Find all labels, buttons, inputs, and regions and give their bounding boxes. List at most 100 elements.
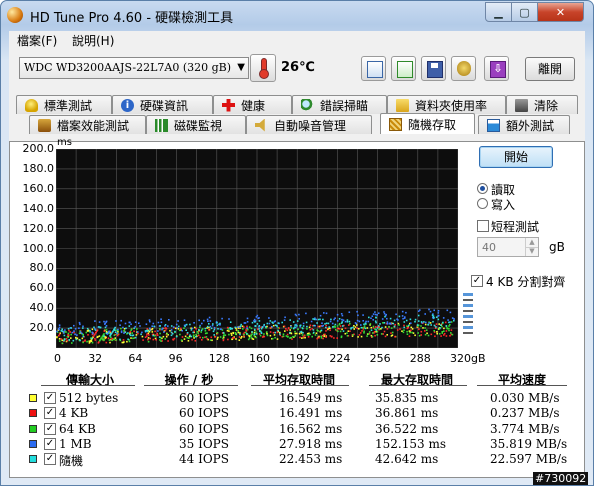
copy-screenshot-button[interactable] bbox=[391, 56, 416, 81]
data-point bbox=[126, 340, 128, 343]
data-point bbox=[386, 317, 388, 320]
data-point bbox=[113, 334, 116, 337]
data-point bbox=[73, 330, 75, 332]
save-button[interactable] bbox=[421, 56, 446, 81]
data-point bbox=[376, 314, 378, 316]
data-point bbox=[409, 331, 411, 334]
start-button[interactable]: 開始 bbox=[479, 146, 553, 168]
row-speed: 0.030 MB/s bbox=[490, 391, 560, 405]
data-point bbox=[174, 327, 177, 330]
tab-disk-monitor[interactable]: 磁碟監視 bbox=[146, 115, 246, 134]
tab-aam[interactable]: 自動噪音管理 bbox=[246, 115, 372, 134]
data-point bbox=[248, 326, 251, 328]
data-point bbox=[402, 317, 404, 320]
data-point bbox=[189, 334, 191, 336]
copy-text-button[interactable] bbox=[361, 56, 386, 81]
data-point bbox=[260, 326, 262, 328]
row-transfer-size: 4 KB bbox=[59, 406, 89, 421]
checkmark-icon: ✓ bbox=[45, 422, 55, 434]
series-visible-checkbox[interactable]: ✓ bbox=[44, 392, 56, 404]
data-point bbox=[437, 312, 440, 314]
title-bar[interactable]: HD Tune Pro 4.60 - 硬碟檢測工具 ▁ ▢ ✕ bbox=[1, 1, 593, 29]
data-point bbox=[442, 317, 445, 319]
data-point bbox=[426, 332, 428, 335]
data-point bbox=[286, 329, 289, 332]
read-radio[interactable] bbox=[477, 183, 488, 194]
data-point bbox=[61, 342, 64, 345]
row-avg: 16.549 ms bbox=[279, 391, 343, 405]
data-point bbox=[313, 318, 316, 321]
tab-health[interactable]: 健康 bbox=[213, 95, 292, 114]
data-point bbox=[207, 320, 209, 323]
data-point bbox=[325, 324, 327, 327]
tab-info[interactable]: i 硬碟資訊 bbox=[112, 95, 213, 114]
write-radio[interactable] bbox=[477, 198, 488, 209]
data-point bbox=[130, 323, 132, 325]
data-point bbox=[221, 329, 224, 331]
data-point bbox=[146, 333, 148, 335]
data-point bbox=[70, 327, 72, 329]
data-point bbox=[246, 332, 248, 335]
short-test-size-value: 40 bbox=[482, 241, 496, 254]
align-4kb-checkbox[interactable]: ✓ bbox=[471, 275, 483, 287]
data-point bbox=[449, 311, 452, 314]
data-point bbox=[365, 320, 367, 323]
data-point bbox=[403, 329, 405, 331]
series-color-swatch bbox=[29, 394, 37, 402]
data-point bbox=[323, 335, 325, 338]
minimize-button[interactable]: ▁ bbox=[485, 2, 512, 22]
maximize-button[interactable]: ▢ bbox=[511, 2, 538, 22]
data-point bbox=[147, 340, 150, 343]
data-point bbox=[361, 330, 363, 332]
data-point bbox=[358, 334, 361, 336]
series-visible-checkbox[interactable]: ✓ bbox=[44, 453, 56, 466]
data-point bbox=[199, 326, 201, 329]
exit-button[interactable]: 離開 bbox=[525, 57, 575, 81]
short-test-checkbox[interactable] bbox=[477, 220, 489, 232]
data-point bbox=[382, 333, 384, 335]
tab-random-access[interactable]: 隨機存取 bbox=[380, 113, 475, 134]
data-point bbox=[374, 311, 376, 313]
tab-file-benchmark[interactable]: 檔案效能測試 bbox=[29, 115, 146, 134]
data-point bbox=[443, 332, 446, 335]
data-point bbox=[133, 330, 135, 333]
options-button[interactable] bbox=[451, 56, 476, 81]
menu-help[interactable]: 說明(H) bbox=[72, 32, 114, 49]
tab-folder-usage[interactable]: 資料夾使用率 bbox=[387, 95, 506, 114]
series-visible-checkbox[interactable]: ✓ bbox=[44, 422, 56, 435]
data-point bbox=[437, 318, 440, 321]
tab-benchmark[interactable]: 標準測試 bbox=[16, 95, 112, 114]
data-point bbox=[284, 330, 286, 332]
drive-select[interactable]: WDC WD3200AAJS-22L7A0 (320 gB) ▼ bbox=[19, 57, 249, 79]
data-point bbox=[352, 326, 354, 329]
download-button[interactable]: ⇩ bbox=[484, 56, 509, 81]
data-point bbox=[68, 339, 70, 341]
data-point bbox=[350, 327, 353, 329]
data-point bbox=[222, 335, 225, 337]
x-tick-label: 160 bbox=[249, 352, 270, 365]
series-visible-checkbox[interactable]: ✓ bbox=[44, 437, 56, 450]
tab-error-scan[interactable]: 錯誤掃瞄 bbox=[292, 95, 387, 114]
data-point bbox=[338, 323, 341, 325]
series-visible-checkbox[interactable]: ✓ bbox=[44, 407, 56, 420]
data-point bbox=[334, 323, 337, 326]
data-point bbox=[378, 328, 381, 330]
stepper-down-icon[interactable]: ▼ bbox=[525, 247, 538, 256]
row-iops: 60 IOPS bbox=[179, 421, 229, 436]
data-point bbox=[145, 330, 148, 332]
temperature-button[interactable] bbox=[250, 54, 276, 82]
data-point bbox=[86, 330, 89, 332]
data-point bbox=[266, 331, 268, 333]
short-test-size-stepper[interactable]: 40 ▲ ▼ bbox=[477, 237, 539, 257]
data-point bbox=[263, 335, 266, 338]
data-point bbox=[87, 334, 89, 336]
row-transfer-size: 64 KB bbox=[59, 421, 96, 436]
data-point bbox=[136, 328, 138, 330]
data-point bbox=[285, 328, 287, 330]
data-point bbox=[147, 337, 150, 339]
tab-erase[interactable]: 清除 bbox=[506, 95, 578, 114]
menu-file[interactable]: 檔案(F) bbox=[17, 32, 57, 49]
close-button[interactable]: ✕ bbox=[537, 2, 584, 22]
tab-extra-tests[interactable]: 額外測試 bbox=[478, 115, 570, 134]
x-tick-label: 320gB bbox=[450, 352, 486, 365]
